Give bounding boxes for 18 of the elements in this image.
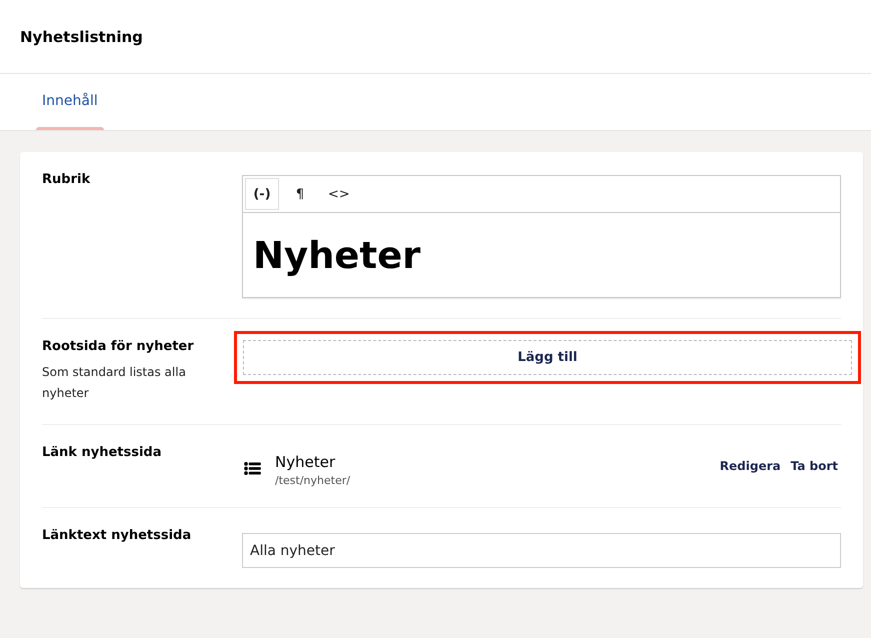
tab[interactable]: Innehåll [36,93,104,130]
tab-underline [36,127,104,130]
property-description: Som standard listas alla nyheter [42,364,187,402]
action-link[interactable]: Redigera [716,459,784,473]
property-label: Rootsida för nyheter [42,339,195,354]
property-label: Länk nyhetssida [42,445,163,460]
rich-text-editor[interactable]: (-) ¶ <> Nyheter [242,175,841,298]
property-label: Rubrik [42,172,92,187]
toolbar-button[interactable]: (-) [245,178,279,210]
page-title: Nyhetslistning [20,28,143,46]
link-url: /test/nyheter/ [275,474,352,487]
text-field[interactable]: Alla nyheter [242,533,841,568]
list-icon [244,462,261,475]
link-name: Nyheter [275,453,336,471]
action-link[interactable]: Ta bort [788,459,841,473]
heading-text: Nyheter [253,234,421,276]
add-button[interactable]: Lägg till [243,340,852,375]
property-label: Länktext nyhetssida [42,528,192,543]
